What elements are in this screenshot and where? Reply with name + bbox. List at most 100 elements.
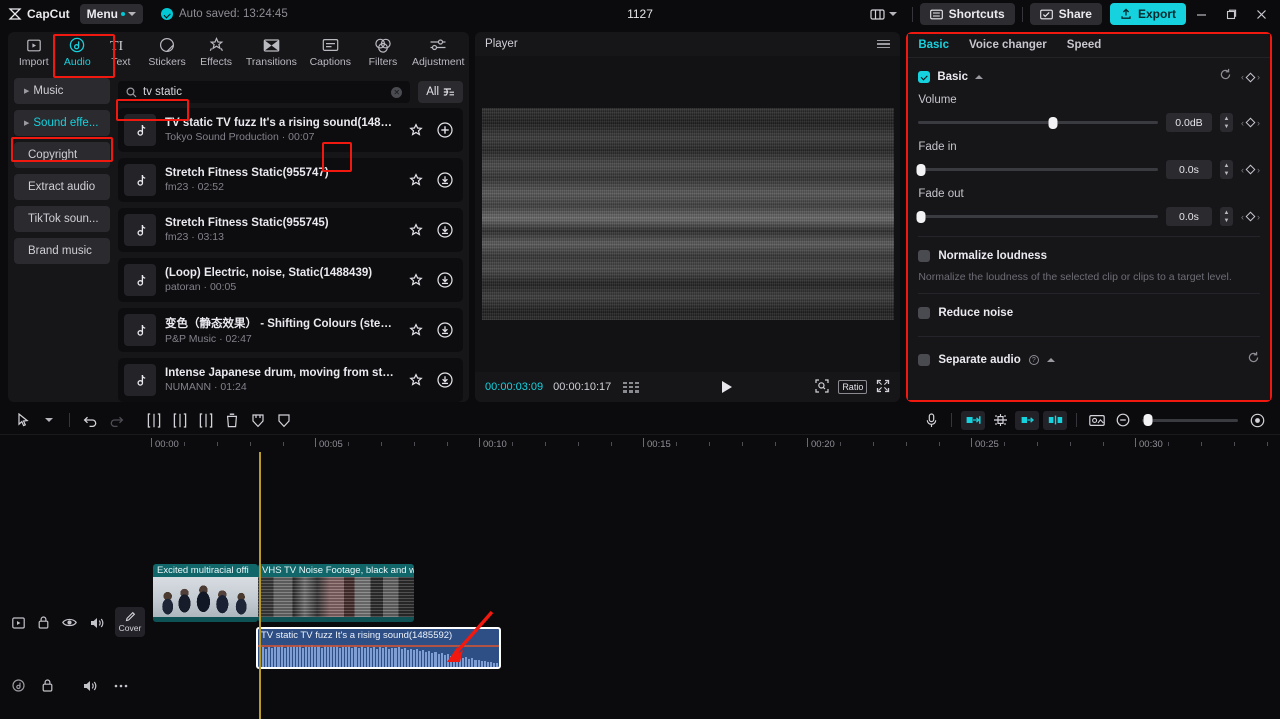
- favorite-button[interactable]: [406, 370, 426, 390]
- mix-button[interactable]: [1043, 411, 1067, 430]
- shortcuts-button[interactable]: Shortcuts: [920, 3, 1015, 25]
- category-brand-music[interactable]: Brand music: [14, 238, 110, 264]
- hide-track-icon[interactable]: [62, 617, 77, 628]
- fit-to-screen-button[interactable]: [961, 411, 985, 430]
- fade-out-slider[interactable]: [918, 215, 1158, 218]
- fade-in-keyframe-control[interactable]: ‹›: [1241, 165, 1260, 175]
- record-button[interactable]: [918, 409, 944, 431]
- category-copyright[interactable]: Copyright: [14, 142, 110, 168]
- download-button[interactable]: [435, 220, 455, 240]
- volume-slider[interactable]: [918, 121, 1158, 124]
- list-item[interactable]: 变色（静态效果） - Shifting Colours (stems) - St…: [118, 308, 463, 352]
- favorite-button[interactable]: [406, 270, 426, 290]
- freeze-button[interactable]: [245, 409, 271, 431]
- zoom-knob[interactable]: [1144, 414, 1153, 426]
- timeline-tracks[interactable]: Cover Excited multiracial offi VHS TV No…: [0, 452, 1280, 719]
- zoom-fit-button[interactable]: [815, 379, 829, 396]
- video-clip[interactable]: VHS TV Noise Footage, black and w: [258, 564, 414, 622]
- nav-item-captions[interactable]: Captions: [302, 32, 358, 72]
- info-icon[interactable]: ?: [1029, 355, 1039, 365]
- split-button[interactable]: [141, 409, 167, 431]
- nav-item-filters[interactable]: Filters: [358, 32, 407, 72]
- zoom-slider[interactable]: [1142, 419, 1238, 422]
- minimize-button[interactable]: [1186, 0, 1216, 28]
- fade-in-slider[interactable]: [918, 168, 1158, 171]
- download-button[interactable]: [435, 270, 455, 290]
- list-item[interactable]: TV static TV fuzz It's a rising sound(14…: [118, 108, 463, 152]
- track-type-audio-icon[interactable]: [12, 679, 25, 692]
- volume-knob[interactable]: [1048, 117, 1057, 129]
- normalize-loudness-checkbox[interactable]: [918, 250, 930, 262]
- list-item[interactable]: (Loop) Electric, noise, Static(1488439) …: [118, 258, 463, 302]
- nav-item-transitions[interactable]: Transitions: [241, 32, 303, 72]
- tab-speed[interactable]: Speed: [1067, 39, 1102, 51]
- favorite-button[interactable]: [406, 170, 426, 190]
- audio-clip[interactable]: TV static TV fuzz It's a rising sound(14…: [256, 627, 501, 669]
- fade-out-value[interactable]: 0.0s: [1166, 207, 1212, 226]
- fade-in-stepper[interactable]: ▲▼: [1220, 160, 1233, 179]
- mute-track-icon[interactable]: [83, 680, 97, 692]
- volume-value[interactable]: 0.0dB: [1166, 113, 1212, 132]
- fade-out-keyframe-control[interactable]: ‹›: [1241, 212, 1260, 222]
- nav-item-adjustment[interactable]: Adjustment: [407, 32, 469, 72]
- download-button[interactable]: [435, 370, 455, 390]
- track-more-icon[interactable]: [114, 684, 128, 688]
- chevron-up-icon[interactable]: [1047, 358, 1055, 362]
- nav-item-effects[interactable]: Effects: [192, 32, 241, 72]
- menu-button[interactable]: Menu: [80, 4, 143, 24]
- nav-item-stickers[interactable]: Stickers: [143, 32, 192, 72]
- lock-track-icon[interactable]: [42, 679, 53, 692]
- adsorb-button[interactable]: [1015, 411, 1039, 430]
- nav-item-text[interactable]: TI Text: [99, 32, 143, 72]
- nav-item-import[interactable]: Import: [12, 32, 56, 72]
- cover-button[interactable]: Cover: [115, 607, 145, 637]
- reduce-noise-checkbox[interactable]: [918, 307, 930, 319]
- timeline-ruler[interactable]: 00:00 00:05 00:10 00:15 00:20 00:25 00:3…: [0, 434, 1280, 452]
- video-clip[interactable]: Excited multiracial offi: [153, 564, 258, 622]
- layout-button[interactable]: [862, 3, 905, 25]
- share-button[interactable]: Share: [1030, 3, 1102, 25]
- separate-audio-reset-button[interactable]: [1247, 351, 1260, 369]
- list-item[interactable]: Intense Japanese drum, moving from stati…: [118, 358, 463, 402]
- keyframe-control[interactable]: ‹›: [1241, 72, 1260, 82]
- ratio-button[interactable]: Ratio: [838, 380, 867, 394]
- list-item[interactable]: Stretch Fitness Static(955745) fm23 · 03…: [118, 208, 463, 252]
- tab-voice-changer[interactable]: Voice changer: [969, 39, 1047, 51]
- category-extract-audio[interactable]: Extract audio: [14, 174, 110, 200]
- select-tool-dropdown[interactable]: [36, 409, 62, 431]
- export-button[interactable]: Export: [1110, 3, 1186, 25]
- category-tiktok-sounds[interactable]: TikTok soun...: [14, 206, 110, 232]
- close-button[interactable]: [1246, 0, 1276, 28]
- reset-button[interactable]: [1219, 68, 1232, 86]
- redo-button[interactable]: [103, 409, 129, 431]
- track-type-video-icon[interactable]: [12, 617, 25, 629]
- list-item[interactable]: Stretch Fitness Static(955747) fm23 · 02…: [118, 158, 463, 202]
- add-to-timeline-button[interactable]: [435, 120, 455, 140]
- delete-button[interactable]: [219, 409, 245, 431]
- trim-left-button[interactable]: [167, 409, 193, 431]
- fade-in-value[interactable]: 0.0s: [1166, 160, 1212, 179]
- search-input[interactable]: [143, 86, 385, 98]
- mirror-button[interactable]: [271, 409, 297, 431]
- clear-icon[interactable]: ✕: [391, 87, 402, 98]
- hamburger-icon[interactable]: [877, 40, 890, 49]
- undo-button[interactable]: [77, 409, 103, 431]
- basic-section-checkbox[interactable]: [918, 71, 930, 83]
- volume-stepper[interactable]: ▲▼: [1220, 113, 1233, 132]
- download-button[interactable]: [435, 170, 455, 190]
- playhead[interactable]: [259, 452, 261, 719]
- fade-out-stepper[interactable]: ▲▼: [1220, 207, 1233, 226]
- preview-thumbnail-button[interactable]: [1084, 409, 1110, 431]
- lock-track-icon[interactable]: [38, 616, 49, 629]
- category-music[interactable]: ▶Music: [14, 78, 110, 104]
- chevron-up-icon[interactable]: [975, 75, 983, 79]
- favorite-button[interactable]: [406, 120, 426, 140]
- mute-track-icon[interactable]: [90, 617, 104, 629]
- nav-item-audio[interactable]: Audio: [56, 32, 100, 72]
- favorite-button[interactable]: [406, 320, 426, 340]
- favorite-button[interactable]: [406, 220, 426, 240]
- download-button[interactable]: [435, 320, 455, 340]
- category-sound-effects[interactable]: ▶Sound effe...: [14, 110, 110, 136]
- search-box[interactable]: ✕: [118, 81, 410, 103]
- zoom-in-button[interactable]: [1244, 409, 1270, 431]
